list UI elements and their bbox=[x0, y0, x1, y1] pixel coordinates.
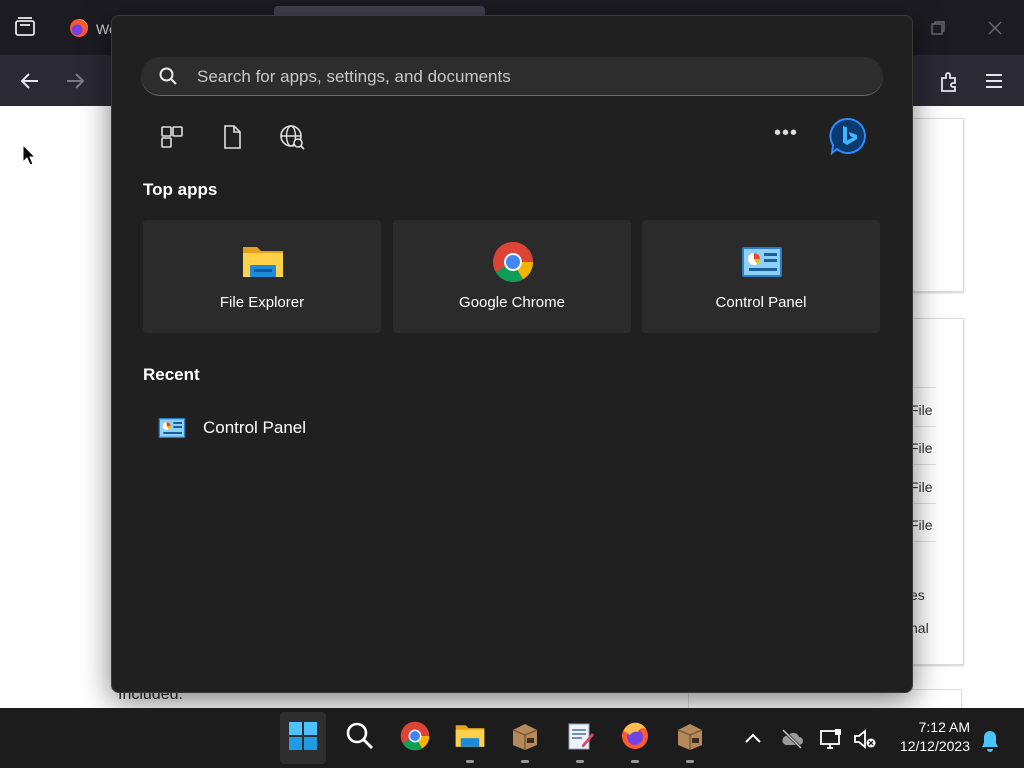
recent-item-label: Control Panel bbox=[203, 418, 307, 437]
sidebar-fragment[interactable]: File bbox=[910, 440, 955, 456]
bing-chat-icon[interactable] bbox=[828, 116, 868, 156]
clock-time: 7:12 AM bbox=[918, 719, 970, 735]
running-indicator bbox=[521, 760, 529, 763]
folder-icon bbox=[455, 725, 485, 747]
recent-heading: Recent bbox=[143, 365, 200, 384]
menu-hamburger-icon[interactable] bbox=[984, 71, 1004, 91]
taskbar-chrome[interactable] bbox=[392, 708, 438, 768]
mouse-cursor-icon bbox=[22, 144, 36, 166]
restore-window-icon[interactable] bbox=[930, 20, 946, 36]
search-icon bbox=[346, 722, 374, 750]
firefox-icon bbox=[622, 722, 648, 749]
start-search-box[interactable] bbox=[141, 57, 883, 97]
sidebar-fragment[interactable]: es bbox=[910, 587, 955, 603]
taskbar-text-editor[interactable] bbox=[557, 708, 603, 768]
top-app-label: Google Chrome bbox=[459, 294, 565, 311]
running-indicator bbox=[686, 760, 694, 763]
taskbar-search-button[interactable] bbox=[337, 708, 383, 768]
extensions-icon[interactable] bbox=[938, 69, 962, 93]
package-icon bbox=[677, 724, 703, 750]
taskbar-file-explorer[interactable] bbox=[447, 708, 493, 768]
taskbar-clock[interactable]: 7:12 AM 12/12/2023 bbox=[880, 718, 970, 756]
cloud-offline-icon[interactable] bbox=[779, 726, 805, 752]
close-window-icon[interactable] bbox=[986, 19, 1004, 37]
notification-bell-icon[interactable] bbox=[977, 728, 1003, 754]
taskbar-package-1[interactable] bbox=[502, 708, 548, 768]
globe-search-icon[interactable] bbox=[277, 122, 307, 152]
browser-tab-title: We bbox=[96, 21, 112, 37]
folder-icon bbox=[243, 247, 283, 277]
control-panel-icon bbox=[158, 418, 186, 438]
start-search-input[interactable] bbox=[195, 57, 859, 97]
top-app-control-panel[interactable]: Control Panel bbox=[642, 220, 880, 333]
top-apps-heading: Top apps bbox=[143, 180, 218, 199]
tab-list-icon[interactable] bbox=[14, 16, 36, 38]
control-panel-icon bbox=[742, 247, 782, 277]
text-editor-icon bbox=[568, 723, 594, 750]
recent-item-control-panel[interactable]: Control Panel bbox=[143, 409, 443, 447]
sidebar-fragment[interactable]: File bbox=[910, 402, 955, 418]
sidebar-fragment[interactable]: File bbox=[910, 479, 955, 495]
top-app-label: File Explorer bbox=[219, 294, 305, 311]
taskbar-firefox[interactable] bbox=[612, 708, 658, 768]
clock-date: 12/12/2023 bbox=[899, 738, 970, 754]
more-options-button[interactable]: ••• bbox=[772, 122, 800, 150]
package-icon bbox=[512, 724, 538, 750]
sidebar-fragment[interactable]: nal bbox=[910, 620, 955, 636]
apps-grid-icon[interactable] bbox=[157, 122, 187, 152]
sidebar-fragment[interactable]: File bbox=[910, 517, 955, 533]
back-arrow-icon[interactable] bbox=[19, 70, 41, 92]
document-icon[interactable] bbox=[217, 122, 247, 152]
browser-tab[interactable]: We bbox=[62, 10, 112, 46]
volume-muted-icon[interactable] bbox=[852, 726, 878, 752]
windows-start-icon bbox=[289, 722, 317, 750]
chrome-icon bbox=[493, 242, 533, 282]
firefox-favicon-icon bbox=[70, 19, 88, 37]
top-app-google-chrome[interactable]: Google Chrome bbox=[393, 220, 631, 333]
forward-arrow-icon[interactable] bbox=[64, 70, 86, 92]
taskbar-package-2[interactable] bbox=[667, 708, 713, 768]
running-indicator bbox=[631, 760, 639, 763]
taskbar-start-button[interactable] bbox=[280, 712, 326, 764]
taskbar: 7:12 AM 12/12/2023 bbox=[0, 708, 1024, 768]
running-indicator bbox=[576, 760, 584, 763]
top-app-label: Control Panel bbox=[715, 294, 807, 311]
network-icon[interactable] bbox=[818, 726, 844, 752]
running-indicator bbox=[466, 760, 474, 763]
chevron-up-icon[interactable] bbox=[740, 726, 766, 752]
start-menu: ••• Top apps File Explorer Google Chrome… bbox=[111, 15, 913, 693]
chrome-icon bbox=[400, 721, 430, 751]
top-app-file-explorer[interactable]: File Explorer bbox=[143, 220, 381, 333]
search-icon bbox=[159, 67, 177, 85]
